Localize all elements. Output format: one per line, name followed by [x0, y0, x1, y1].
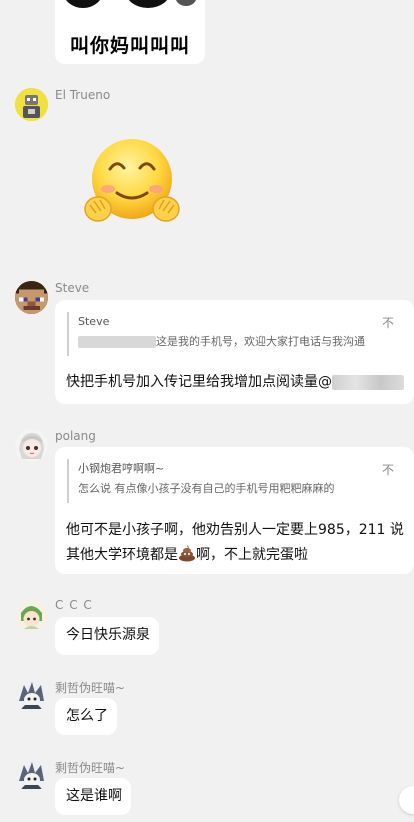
- quote-author: Steve: [78, 315, 110, 328]
- redacted-phone: [78, 336, 156, 348]
- message-bubble[interactable]: 小钢炮君哼啊啊~ 怎么说 有点像小孩子没有自己的手机号用粑粑麻麻的 不 他可不是…: [55, 447, 414, 574]
- smile-sticker[interactable]: [82, 135, 182, 230]
- cartoon-avatar-icon: [15, 599, 48, 632]
- robot-avatar-icon: [15, 88, 48, 121]
- blushing-smile-emoji-icon: [84, 139, 180, 222]
- message-bubble[interactable]: 怎么了: [55, 698, 117, 735]
- pixel-steve-avatar-icon: [15, 281, 48, 314]
- avatar[interactable]: [15, 679, 48, 712]
- sticker-caption: 叫你妈叫叫叫: [69, 35, 190, 57]
- top-sticker[interactable]: 叫你妈叫叫叫: [55, 0, 205, 64]
- spiky-character-avatar-icon: [15, 759, 48, 792]
- sticker-shape: [175, 0, 197, 6]
- message-line: 他可不是小孩子啊，他劝告别人一定要上985，211 说: [66, 522, 404, 538]
- sender-name: 剩哲伪旺喵~: [55, 681, 126, 695]
- sender-name: El Trueno: [55, 88, 111, 102]
- sender-name: polang: [55, 429, 96, 443]
- scroll-to-bottom-button[interactable]: [399, 786, 414, 814]
- message-text: 今日快乐源泉: [66, 627, 150, 643]
- spiky-character-avatar-icon: [15, 679, 48, 712]
- redacted-mention: [332, 374, 404, 390]
- avatar[interactable]: [15, 281, 48, 314]
- message-text: 他可不是小孩子啊，他劝告别人一定要上985，211 说 其他大学环境都是 啊，不上…: [66, 518, 404, 568]
- sticker-shape: [63, 0, 103, 8]
- message-line-part: 啊，不上就完蛋啦: [196, 547, 308, 563]
- avatar[interactable]: [15, 88, 48, 121]
- message-text: 这是谁啊: [66, 788, 122, 804]
- quoted-message[interactable]: Steve 这是我的手机号，欢迎大家打电话与我沟通: [67, 312, 378, 356]
- avatar[interactable]: [15, 429, 48, 462]
- poop-emoji-icon: [179, 545, 195, 562]
- message-text: 快把手机号加入传记里给我增加点阅读量@: [66, 370, 404, 395]
- sender-name: C C C: [55, 598, 93, 612]
- message-text: 怎么了: [66, 708, 108, 724]
- message-bubble[interactable]: Steve 这是我的手机号，欢迎大家打电话与我沟通 不 快把手机号加入传记里给我…: [55, 300, 414, 404]
- message-line-part: 其他大学环境都是: [66, 547, 178, 563]
- message-line: 其他大学环境都是 啊，不上就完蛋啦: [66, 543, 404, 568]
- quote-text: 这是我的手机号，欢迎大家打电话与我沟通: [156, 335, 365, 348]
- message-bubble[interactable]: 这是谁啊: [55, 778, 131, 815]
- close-quote-icon[interactable]: 不: [382, 461, 394, 478]
- message-text-content: 快把手机号加入传记里给我增加点阅读量@: [66, 374, 332, 390]
- avatar[interactable]: [15, 599, 48, 632]
- quote-author: 小钢炮君哼啊啊~: [78, 462, 165, 475]
- close-quote-icon[interactable]: 不: [382, 314, 394, 331]
- avatar[interactable]: [15, 759, 48, 792]
- sticker-shape: [125, 0, 171, 8]
- anime-girl-avatar-icon: [15, 429, 48, 462]
- sender-name: Steve: [55, 281, 90, 295]
- message-bubble[interactable]: 今日快乐源泉: [55, 617, 159, 655]
- sender-name: 剩哲伪旺喵~: [55, 761, 126, 775]
- quoted-message[interactable]: 小钢炮君哼啊啊~ 怎么说 有点像小孩子没有自己的手机号用粑粑麻麻的: [67, 459, 378, 503]
- quote-text: 怎么说 有点像小孩子没有自己的手机号用粑粑麻麻的: [78, 482, 335, 495]
